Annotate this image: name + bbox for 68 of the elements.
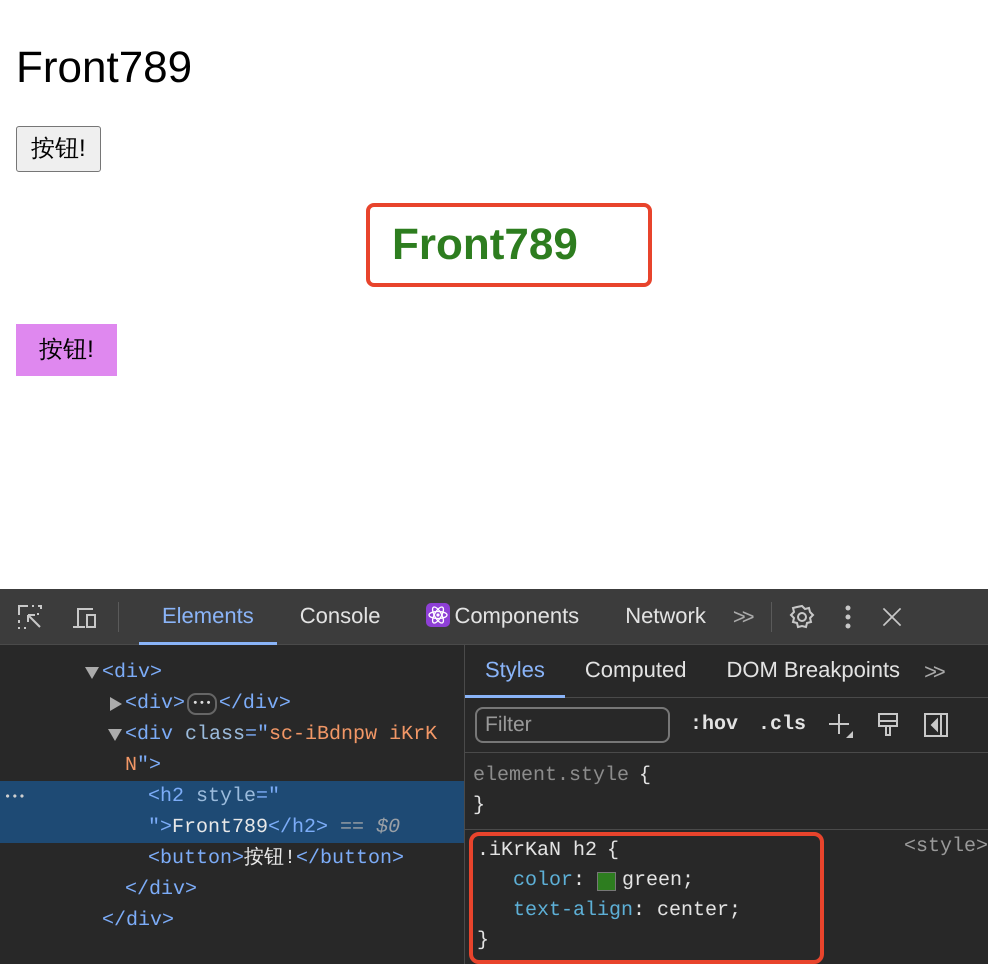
dom-node-row[interactable]: <div class="sc-iBdnpw iKrK N"> (0, 719, 464, 781)
css-value: green; (622, 868, 694, 894)
markup-token: =" (256, 784, 280, 810)
page-heading: Front789 (16, 42, 192, 94)
node-actions-icon[interactable]: ••• (4, 788, 26, 806)
markup-token: == (339, 814, 366, 840)
markup-token: class (185, 722, 246, 748)
markup-token: <h2 (148, 784, 186, 810)
markup-token: 按钮! (244, 846, 296, 872)
sidebar-toggle-icon[interactable] (922, 711, 950, 739)
color-swatch[interactable] (597, 872, 616, 890)
css-brace: { (607, 838, 620, 864)
markup-token: </h2> (268, 814, 328, 840)
css-value: center; (657, 898, 742, 924)
expanded-arrow-icon[interactable] (85, 666, 99, 678)
filter-field[interactable]: Filter (475, 707, 670, 743)
dom-node-row[interactable]: <button>按钮!</button> (0, 843, 464, 874)
markup-token: </div> (125, 876, 198, 902)
markup-token: style (196, 784, 256, 810)
css-selector: .iKrKaN h2 (477, 838, 598, 864)
markup-token: <button> (148, 846, 244, 872)
settings-icon[interactable] (788, 602, 816, 630)
more-menu-icon[interactable] (844, 604, 852, 630)
default-button[interactable]: 按钮! (16, 126, 101, 172)
styles-subtab[interactable]: Styles (465, 644, 565, 698)
atom-icon (426, 603, 450, 627)
css-brace: } (473, 794, 486, 817)
markup-token: <div> (125, 690, 186, 716)
more-tabs-button[interactable]: >> (728, 600, 755, 633)
css-brace: { (639, 763, 652, 789)
collapsed-content-badge[interactable]: ••• (187, 692, 217, 714)
markup-token: </button> (296, 846, 404, 872)
css-property: text-align (513, 898, 634, 924)
css-property: color (513, 868, 574, 894)
markup-token: sc-iBdnpw iKrK (269, 722, 438, 748)
dom-node-row[interactable]: <div> ••• </div> (0, 688, 464, 719)
collapsed-arrow-icon[interactable] (110, 696, 122, 710)
add-rule-icon[interactable] (826, 711, 854, 739)
css-colon: : (573, 868, 586, 894)
styled-button[interactable]: 按钮! (16, 324, 117, 376)
markup-token: </div> (102, 908, 174, 934)
markup-token: </div> (218, 690, 291, 716)
styles-subtab[interactable]: DOM Breakpoints (706, 644, 920, 698)
markup-token: Front789 (172, 814, 268, 840)
markup-token: N (125, 752, 138, 778)
markup-token: <div> (102, 660, 162, 686)
dom-node-row[interactable]: <div> (0, 657, 464, 688)
css-selector: element.style (473, 763, 630, 789)
more-tabs-button[interactable]: >> (920, 654, 942, 688)
hover-state-toggle[interactable]: :hov (690, 710, 738, 740)
expanded-arrow-icon[interactable] (108, 728, 122, 740)
markup-token: <div (125, 722, 174, 748)
class-toggle[interactable]: .cls (758, 710, 806, 740)
markup-token: $0 (376, 814, 400, 840)
css-brace: } (477, 929, 490, 952)
devtools-tab[interactable]: Console (276, 588, 404, 644)
stylesheet-source-link[interactable]: <style> (904, 832, 988, 862)
markup-token: =" (245, 722, 270, 748)
inspect-icon[interactable] (16, 602, 44, 630)
centered-heading: Front789 (366, 203, 652, 287)
markup-token: "> (148, 814, 172, 840)
devtools-tab[interactable]: Elements (139, 588, 277, 644)
css-colon: : (633, 898, 646, 924)
devtools-tab[interactable]: Components (403, 588, 602, 644)
markup-token: "> (137, 752, 162, 778)
devtools-tab[interactable]: Network (602, 588, 729, 644)
dom-node-row[interactable]: ••• <h2 style=" ">Front789</h2> == $0 (0, 781, 464, 843)
styles-subtab[interactable]: Computed (564, 644, 706, 698)
